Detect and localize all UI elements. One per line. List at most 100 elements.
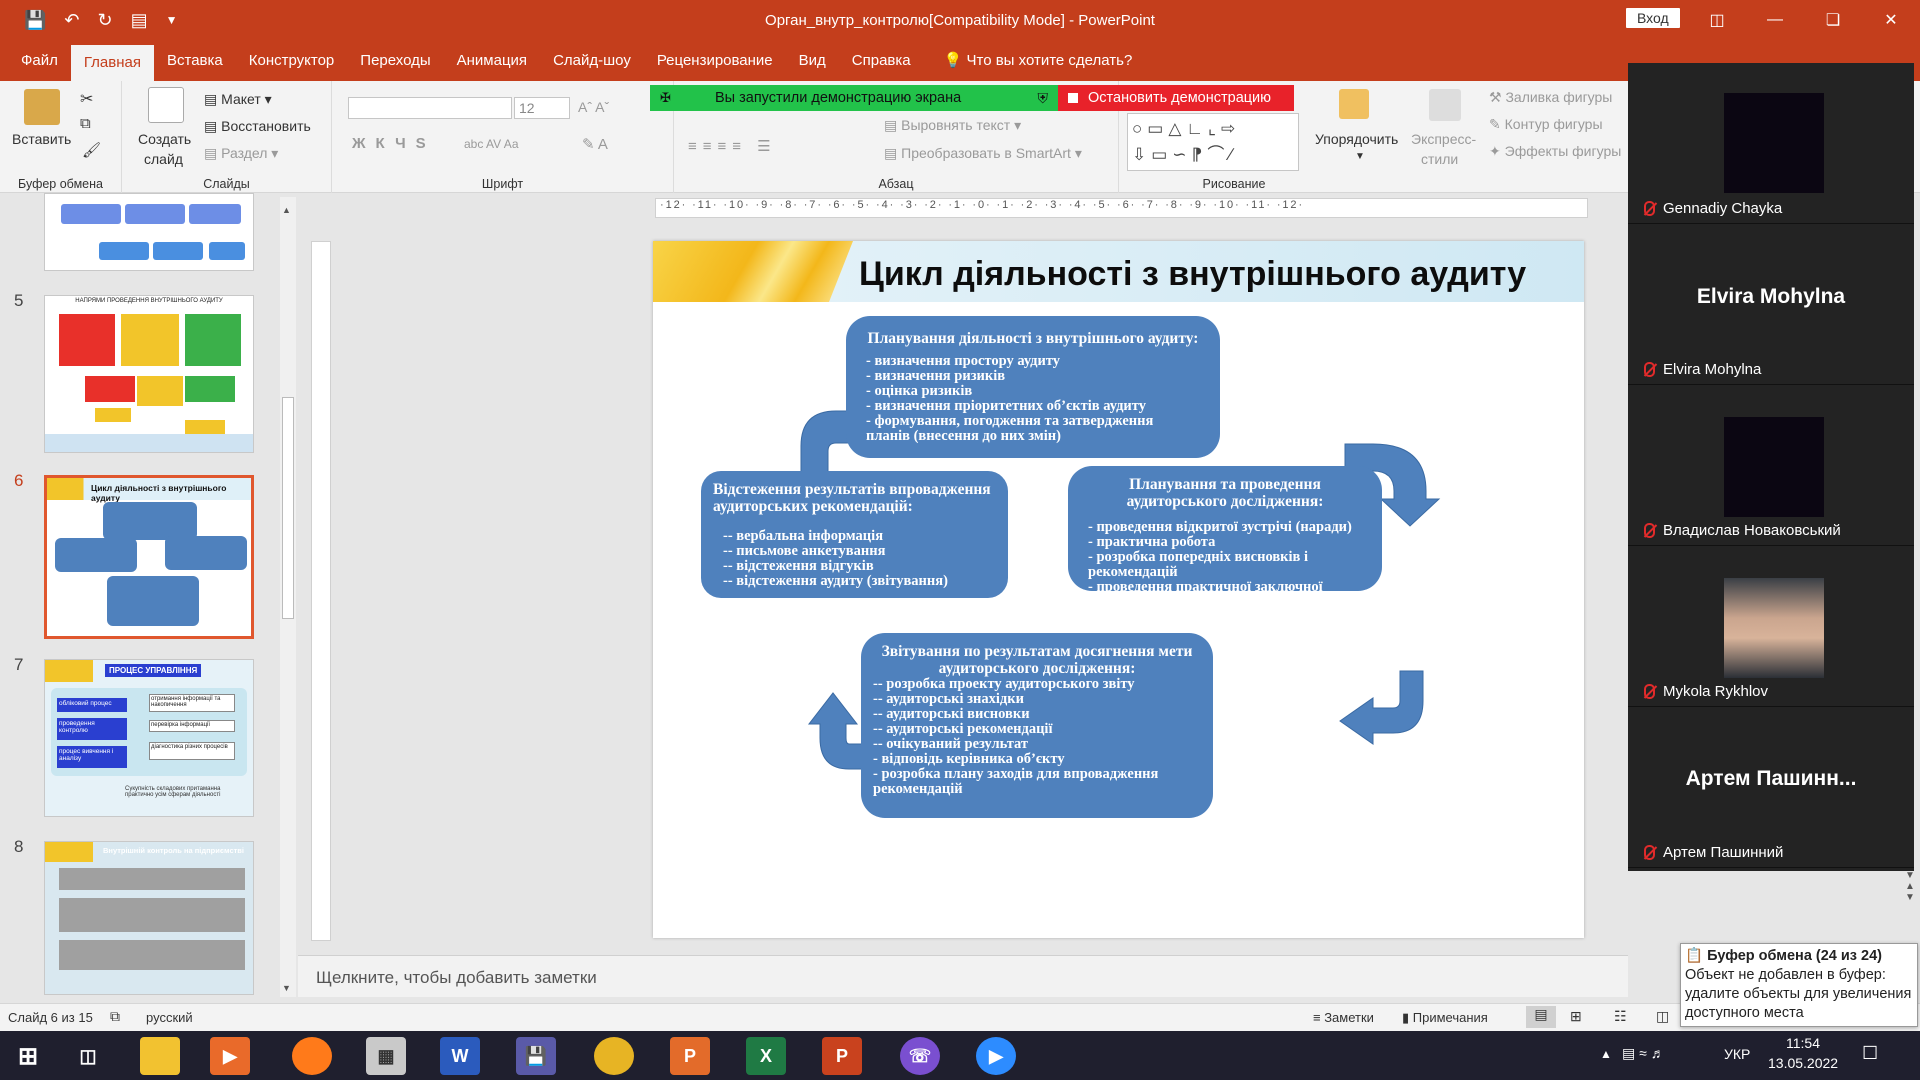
file-explorer-icon[interactable] [140,1037,180,1075]
thumbnail-slide-6[interactable]: Цикл діяльності з внутрішнього аудиту [44,475,254,639]
thumbnail-slide-8[interactable]: Внутрішній контроль на підприємстві [44,841,254,995]
windows-start-icon[interactable]: ⊞ [8,1037,48,1075]
audit-execution-box[interactable]: Планування та проведення аудиторського д… [1068,466,1382,610]
quick-styles-label-2[interactable]: стили [1421,151,1458,167]
tab-home[interactable]: Главная [70,45,154,81]
editor-scroll-controls[interactable]: ▼ ▲ ▼ [1902,870,1918,930]
tell-me-search[interactable]: 💡 Что вы хотите сделать? [924,40,1133,81]
clock-date[interactable]: 13.05.2022 [1768,1055,1838,1071]
calculator-icon[interactable]: ▦ [366,1037,406,1075]
tab-help[interactable]: Справка [839,40,924,81]
shapes-gallery[interactable]: ○▭△∟⌞⇨ ⇩▭∽⁋⌒∕ [1127,113,1299,171]
present-icon[interactable]: ▤ [131,10,148,31]
thumbnail-slide-7[interactable]: ПРОЦЕС УПРАВЛІННЯ обліковий процес прове… [44,659,254,817]
tab-design[interactable]: Конструктор [236,40,348,81]
paste-icon[interactable] [24,89,60,125]
normal-view-icon[interactable]: ▤ [1526,1006,1556,1028]
media-player-icon[interactable]: ▶ [210,1037,250,1075]
follow-up-box[interactable]: Відстеження результатів впровадження ауд… [701,471,1008,598]
grow-font-icon[interactable]: Aˆ Aˇ [578,99,609,115]
save-app-icon[interactable]: 💾 [516,1037,556,1075]
clock-time[interactable]: 11:54 [1786,1035,1820,1051]
comments-toggle[interactable]: ▮ Примечания [1402,1010,1488,1026]
scroll-down-icon[interactable]: ▼ [282,983,291,993]
tab-slideshow[interactable]: Слайд-шоу [540,40,644,81]
thumbnail-slide-5[interactable]: НАПРЯМИ ПРОВЕДЕННЯ ВНУТРІШНЬОГО АУДИТУ [44,295,254,453]
undo-icon[interactable]: ↶ [64,10,79,31]
participant-tile[interactable]: Артем Пашинн... Артем Пашинний [1628,707,1914,868]
format-painter-icon[interactable]: 🖌 [82,141,101,159]
thumbnail-slide-4[interactable] [44,193,254,271]
new-slide-icon[interactable] [148,87,184,123]
planning-box[interactable]: Планування діяльності з внутрішнього ауд… [846,316,1220,458]
reset-button[interactable]: ▤ Восстановить [204,118,311,135]
thumbnails-scrollbar[interactable]: ▲ ▼ [280,197,296,997]
align-text-button[interactable]: ▤ Выровнять текст ▾ [884,117,1021,134]
smartart-button[interactable]: ▤ Преобразовать в SmartArt ▾ [884,145,1082,162]
quick-styles-icon[interactable] [1429,89,1461,121]
shape-fill-button[interactable]: ⚒ Заливка фигуры [1489,89,1612,106]
clipboard-toast[interactable]: 📋 Буфер обмена (24 из 24) Объект не доба… [1680,943,1918,1027]
viber-icon[interactable]: ☏ [900,1037,940,1075]
tab-review[interactable]: Рецензирование [644,40,786,81]
reading-view-icon[interactable]: ☷ [1614,1008,1627,1025]
stop-share-button[interactable]: Остановить демонстрацию [1058,85,1294,111]
input-language[interactable]: УКР [1724,1046,1750,1062]
tab-insert[interactable]: Вставка [154,40,236,81]
spellcheck-icon[interactable]: ⧉ [110,1008,120,1025]
sign-in-button[interactable]: Вход [1626,8,1680,28]
font-size-input[interactable]: 12 [514,97,570,119]
font-name-input[interactable] [348,97,512,119]
shape-effects-button[interactable]: ✦ Эффекты фигуры [1489,143,1621,160]
slideshow-view-icon[interactable]: ◫ [1656,1008,1669,1025]
new-slide-label-1[interactable]: Создать [138,131,191,147]
firefox-icon[interactable] [292,1037,332,1075]
slide-canvas[interactable]: Цикл діяльності з внутрішнього аудиту Пл… [653,241,1584,938]
participant-tile[interactable]: Mykola Rykhlov [1628,546,1914,707]
thumbnails-scroll-thumb[interactable] [282,397,294,619]
participant-tile[interactable]: Gennadiy Chayka [1628,63,1914,224]
tray-icons[interactable]: ▤ ≈ ♬ [1622,1045,1665,1062]
participant-tile[interactable]: Владислав Новаковський [1628,385,1914,546]
notes-pane[interactable]: Щелкните, чтобы добавить заметки [298,955,1628,997]
powerpoint-icon[interactable]: P [822,1037,862,1075]
chrome-icon[interactable] [594,1037,634,1075]
section-button[interactable]: ▤ Раздел ▾ [204,145,278,162]
maximize-button[interactable]: ❏ [1804,0,1862,40]
tray-chevron-icon[interactable]: ▲ [1600,1047,1612,1061]
scroll-up-icon[interactable]: ▲ [282,205,291,215]
paste-button[interactable]: Вставить [12,131,71,147]
drag-handle-icon[interactable]: ✠ [660,90,671,106]
redo-icon[interactable]: ↻ [98,10,113,31]
slide-sorter-icon[interactable]: ⊞ [1570,1008,1582,1025]
tab-file[interactable]: Файл [8,40,71,81]
customize-qat-icon[interactable]: ▼ [166,13,178,27]
save-icon[interactable]: 💾 [24,10,46,31]
font-style-buttons[interactable]: ЖКЧS [352,135,436,152]
new-slide-label-2[interactable]: слайд [144,151,183,167]
notes-toggle[interactable]: ≡ Заметки [1313,1010,1374,1025]
excel-icon[interactable]: X [746,1037,786,1075]
participant-tile[interactable]: Elvira Mohylna Elvira Mohylna [1628,224,1914,385]
tab-animations[interactable]: Анимация [444,40,540,81]
tab-view[interactable]: Вид [786,40,839,81]
tab-transitions[interactable]: Переходы [347,40,443,81]
zoom-app-icon[interactable]: ▶ [976,1037,1016,1075]
word-icon[interactable]: W [440,1037,480,1075]
task-view-icon[interactable]: ◫ [68,1037,108,1075]
reporting-box[interactable]: Звітування по результатам досягнення мет… [861,633,1213,818]
font-color-icon[interactable]: ✎ A [582,135,608,153]
quick-styles-label-1[interactable]: Экспресс- [1411,131,1476,147]
shape-outline-button[interactable]: ✎ Контур фигуры [1489,116,1603,133]
strikethrough-icon[interactable]: abc AV Aa [464,137,519,151]
layout-button[interactable]: ▤ Макет ▾ [204,91,272,108]
alignment-icons[interactable]: ≡≡≡≡ ☰ [688,137,777,155]
arrange-icon[interactable] [1339,89,1369,119]
arrange-button[interactable]: Упорядочить [1315,131,1398,147]
close-button[interactable]: ✕ [1862,0,1920,40]
notifications-icon[interactable]: ☐ [1862,1043,1878,1064]
cut-icon[interactable]: ✂ [80,89,93,109]
minimize-button[interactable]: — [1746,0,1804,40]
ribbon-display-icon[interactable]: ◫ [1688,0,1746,40]
copy-icon[interactable]: ⧉ [80,115,91,132]
